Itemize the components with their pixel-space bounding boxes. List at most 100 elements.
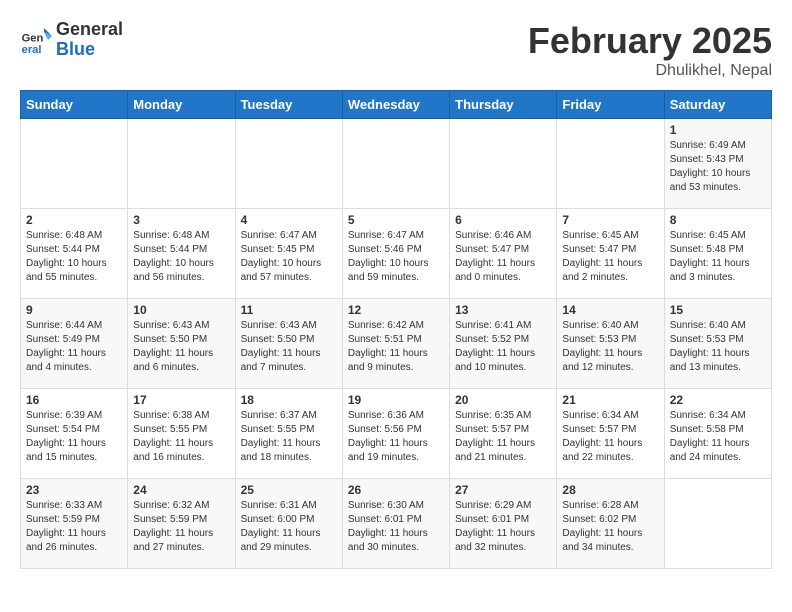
day-cell: 7 Sunrise: 6:45 AM Sunset: 5:47 PM Daylig…: [557, 209, 664, 299]
day-cell: [664, 479, 771, 569]
day-number: 18: [241, 393, 337, 407]
day-number: 11: [241, 303, 337, 317]
day-info: Sunrise: 6:47 AM Sunset: 5:46 PM Dayligh…: [348, 229, 444, 285]
day-number: 14: [562, 303, 658, 317]
day-number: 3: [133, 213, 229, 227]
day-cell: 28 Sunrise: 6:28 AM Sunset: 6:02 PM Dayli…: [557, 479, 664, 569]
day-header-sunday: Sunday: [21, 91, 128, 119]
day-number: 20: [455, 393, 551, 407]
day-info: Sunrise: 6:40 AM Sunset: 5:53 PM Dayligh…: [670, 319, 766, 375]
logo-text: General Blue: [56, 20, 123, 60]
day-info: Sunrise: 6:30 AM Sunset: 6:01 PM Dayligh…: [348, 499, 444, 555]
day-number: 1: [670, 123, 766, 137]
day-number: 22: [670, 393, 766, 407]
day-info: Sunrise: 6:39 AM Sunset: 5:54 PM Dayligh…: [26, 409, 122, 465]
day-info: Sunrise: 6:49 AM Sunset: 5:43 PM Dayligh…: [670, 139, 766, 195]
day-number: 10: [133, 303, 229, 317]
day-cell: 23 Sunrise: 6:33 AM Sunset: 5:59 PM Dayli…: [21, 479, 128, 569]
week-row-0: 1 Sunrise: 6:49 AM Sunset: 5:43 PM Daylig…: [21, 119, 772, 209]
day-cell: 22 Sunrise: 6:34 AM Sunset: 5:58 PM Dayli…: [664, 389, 771, 479]
day-cell: 15 Sunrise: 6:40 AM Sunset: 5:53 PM Dayli…: [664, 299, 771, 389]
day-info: Sunrise: 6:34 AM Sunset: 5:57 PM Dayligh…: [562, 409, 658, 465]
day-number: 4: [241, 213, 337, 227]
day-info: Sunrise: 6:48 AM Sunset: 5:44 PM Dayligh…: [26, 229, 122, 285]
day-cell: 21 Sunrise: 6:34 AM Sunset: 5:57 PM Dayli…: [557, 389, 664, 479]
day-header-tuesday: Tuesday: [235, 91, 342, 119]
day-info: Sunrise: 6:43 AM Sunset: 5:50 PM Dayligh…: [133, 319, 229, 375]
day-info: Sunrise: 6:31 AM Sunset: 6:00 PM Dayligh…: [241, 499, 337, 555]
subtitle: Dhulikhel, Nepal: [528, 62, 772, 80]
day-cell: 9 Sunrise: 6:44 AM Sunset: 5:49 PM Daylig…: [21, 299, 128, 389]
day-info: Sunrise: 6:40 AM Sunset: 5:53 PM Dayligh…: [562, 319, 658, 375]
svg-text:Gen: Gen: [22, 32, 44, 44]
day-cell: 24Sunrise: 6:32 AM Sunset: 5:59 PM Dayli…: [128, 479, 235, 569]
day-number: 8: [670, 213, 766, 227]
day-number: 17: [133, 393, 229, 407]
day-info: Sunrise: 6:43 AM Sunset: 5:50 PM Dayligh…: [241, 319, 337, 375]
day-cell: 8 Sunrise: 6:45 AM Sunset: 5:48 PM Daylig…: [664, 209, 771, 299]
day-cell: [21, 119, 128, 209]
day-info: Sunrise: 6:45 AM Sunset: 5:47 PM Dayligh…: [562, 229, 658, 285]
day-header-wednesday: Wednesday: [342, 91, 449, 119]
day-cell: [342, 119, 449, 209]
day-info: Sunrise: 6:35 AM Sunset: 5:57 PM Dayligh…: [455, 409, 551, 465]
day-cell: [128, 119, 235, 209]
day-cell: 1 Sunrise: 6:49 AM Sunset: 5:43 PM Daylig…: [664, 119, 771, 209]
week-row-2: 9 Sunrise: 6:44 AM Sunset: 5:49 PM Daylig…: [21, 299, 772, 389]
day-number: 7: [562, 213, 658, 227]
day-cell: 14 Sunrise: 6:40 AM Sunset: 5:53 PM Dayli…: [557, 299, 664, 389]
day-info: Sunrise: 6:45 AM Sunset: 5:48 PM Dayligh…: [670, 229, 766, 285]
logo-general: General: [56, 20, 123, 40]
logo-blue: Blue: [56, 40, 123, 60]
day-cell: 20 Sunrise: 6:35 AM Sunset: 5:57 PM Dayli…: [450, 389, 557, 479]
day-number: 26: [348, 483, 444, 497]
main-title: February 2025: [528, 20, 772, 62]
day-cell: 11 Sunrise: 6:43 AM Sunset: 5:50 PM Dayli…: [235, 299, 342, 389]
day-cell: 3 Sunrise: 6:48 AM Sunset: 5:44 PM Daylig…: [128, 209, 235, 299]
week-row-3: 16Sunrise: 6:39 AM Sunset: 5:54 PM Dayli…: [21, 389, 772, 479]
day-number: 25: [241, 483, 337, 497]
day-cell: 5 Sunrise: 6:47 AM Sunset: 5:46 PM Daylig…: [342, 209, 449, 299]
day-info: Sunrise: 6:48 AM Sunset: 5:44 PM Dayligh…: [133, 229, 229, 285]
svg-text:eral: eral: [22, 44, 42, 56]
day-number: 27: [455, 483, 551, 497]
day-header-saturday: Saturday: [664, 91, 771, 119]
day-cell: 26 Sunrise: 6:30 AM Sunset: 6:01 PM Dayli…: [342, 479, 449, 569]
day-number: 9: [26, 303, 122, 317]
day-header-monday: Monday: [128, 91, 235, 119]
day-cell: 4Sunrise: 6:47 AM Sunset: 5:45 PM Daylig…: [235, 209, 342, 299]
page-header: Gen eral General Blue February 2025 Dhul…: [20, 20, 772, 80]
day-info: Sunrise: 6:34 AM Sunset: 5:58 PM Dayligh…: [670, 409, 766, 465]
day-header-thursday: Thursday: [450, 91, 557, 119]
calendar-table: SundayMondayTuesdayWednesdayThursdayFrid…: [20, 90, 772, 569]
day-info: Sunrise: 6:42 AM Sunset: 5:51 PM Dayligh…: [348, 319, 444, 375]
day-cell: 18 Sunrise: 6:37 AM Sunset: 5:55 PM Dayli…: [235, 389, 342, 479]
day-cell: 17 Sunrise: 6:38 AM Sunset: 5:55 PM Dayli…: [128, 389, 235, 479]
day-number: 23: [26, 483, 122, 497]
day-number: 6: [455, 213, 551, 227]
day-info: Sunrise: 6:44 AM Sunset: 5:49 PM Dayligh…: [26, 319, 122, 375]
week-row-1: 2Sunrise: 6:48 AM Sunset: 5:44 PM Daylig…: [21, 209, 772, 299]
day-cell: [450, 119, 557, 209]
day-info: Sunrise: 6:41 AM Sunset: 5:52 PM Dayligh…: [455, 319, 551, 375]
day-number: 21: [562, 393, 658, 407]
day-info: Sunrise: 6:33 AM Sunset: 5:59 PM Dayligh…: [26, 499, 122, 555]
day-cell: 2Sunrise: 6:48 AM Sunset: 5:44 PM Daylig…: [21, 209, 128, 299]
day-cell: 12Sunrise: 6:42 AM Sunset: 5:51 PM Dayli…: [342, 299, 449, 389]
day-cell: [557, 119, 664, 209]
day-info: Sunrise: 6:29 AM Sunset: 6:01 PM Dayligh…: [455, 499, 551, 555]
day-info: Sunrise: 6:37 AM Sunset: 5:55 PM Dayligh…: [241, 409, 337, 465]
day-cell: 25 Sunrise: 6:31 AM Sunset: 6:00 PM Dayli…: [235, 479, 342, 569]
day-cell: 16Sunrise: 6:39 AM Sunset: 5:54 PM Dayli…: [21, 389, 128, 479]
day-cell: 13Sunrise: 6:41 AM Sunset: 5:52 PM Dayli…: [450, 299, 557, 389]
day-info: Sunrise: 6:28 AM Sunset: 6:02 PM Dayligh…: [562, 499, 658, 555]
header-row: SundayMondayTuesdayWednesdayThursdayFrid…: [21, 91, 772, 119]
day-header-friday: Friday: [557, 91, 664, 119]
day-number: 5: [348, 213, 444, 227]
day-number: 19: [348, 393, 444, 407]
day-info: Sunrise: 6:46 AM Sunset: 5:47 PM Dayligh…: [455, 229, 551, 285]
day-info: Sunrise: 6:38 AM Sunset: 5:55 PM Dayligh…: [133, 409, 229, 465]
day-number: 28: [562, 483, 658, 497]
day-number: 15: [670, 303, 766, 317]
day-info: Sunrise: 6:32 AM Sunset: 5:59 PM Dayligh…: [133, 499, 229, 555]
